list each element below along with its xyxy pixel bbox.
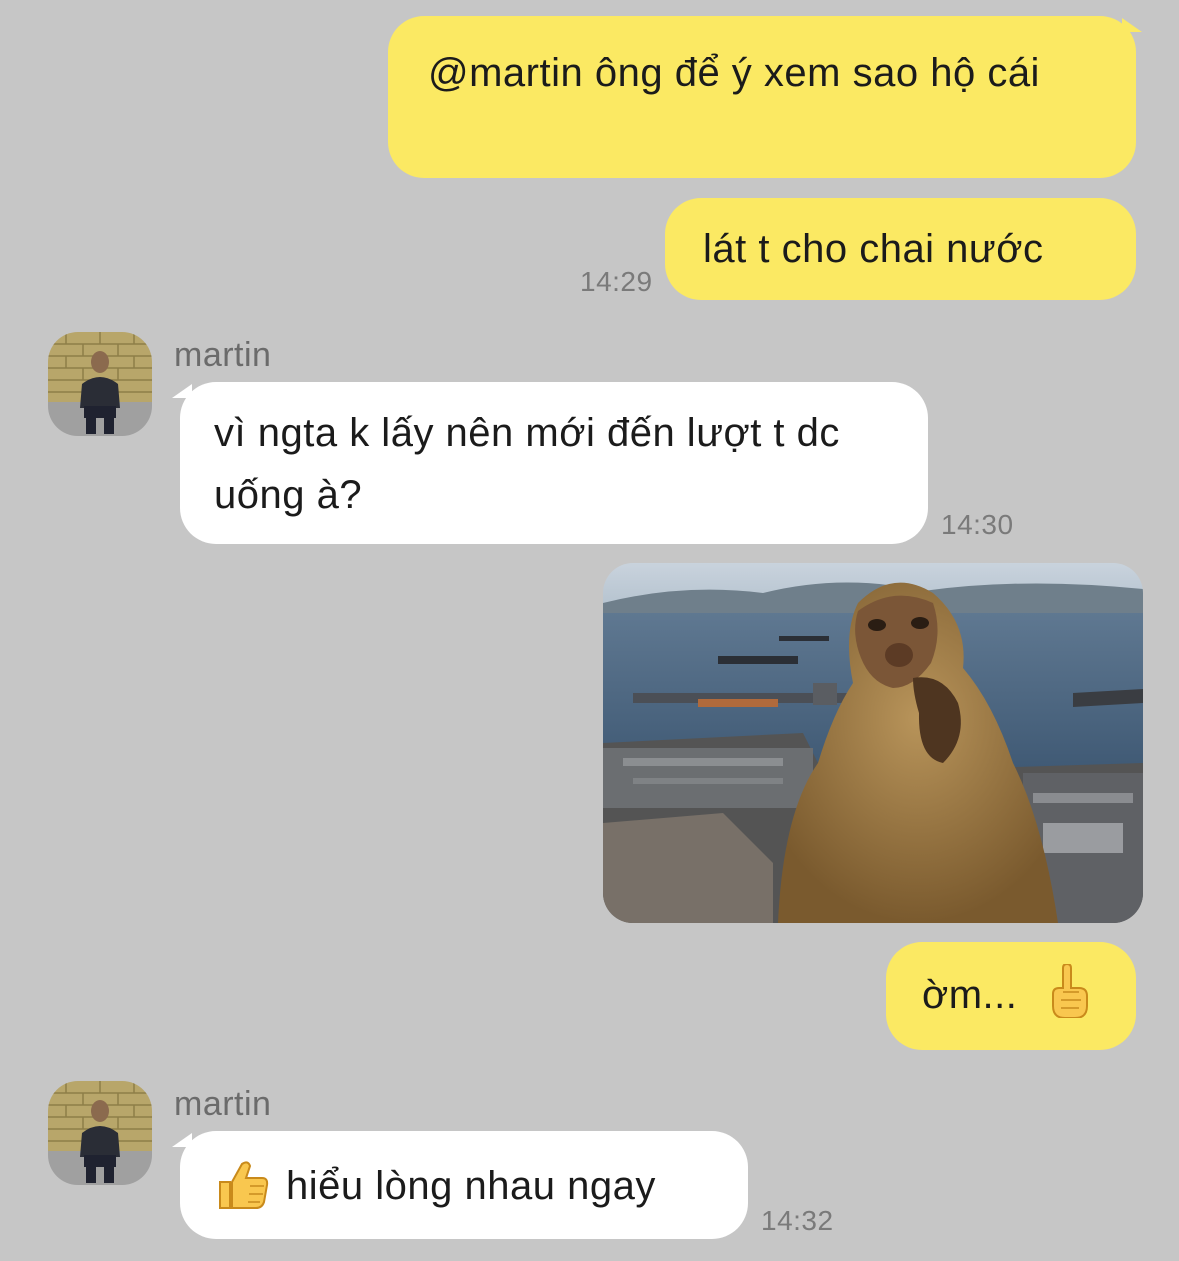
message-text: lát t cho chai nước	[703, 227, 1044, 271]
message-text: ờm...	[922, 973, 1018, 1017]
outgoing-message-bubble[interactable]: lát t cho chai nước	[665, 198, 1136, 300]
sender-name: martin	[174, 1085, 272, 1123]
image-message[interactable]	[603, 563, 1143, 923]
outgoing-message-bubble[interactable]: @martin ông để ý xem sao hộ cái	[388, 16, 1136, 178]
pointing-up-emoji-icon	[1049, 963, 1089, 1020]
message-text: hiểu lòng nhau ngay	[286, 1164, 656, 1208]
incoming-message-bubble[interactable]: hiểu lòng nhau ngay	[180, 1131, 748, 1239]
outgoing-message-bubble[interactable]: ờm...	[886, 942, 1136, 1050]
incoming-message-bubble[interactable]: vì ngta k lấy nên mới đến lượt t dc uống…	[180, 382, 928, 544]
message-text: @martin ông để ý xem sao hộ cái	[428, 51, 1040, 95]
thumbs-up-emoji-icon	[214, 1156, 270, 1212]
message-timestamp: 14:29	[580, 266, 653, 297]
sender-avatar[interactable]	[48, 1081, 152, 1185]
message-timestamp: 14:30	[941, 509, 1014, 540]
monkey-photo-icon	[603, 563, 1143, 923]
sender-name: martin	[174, 336, 272, 374]
avatar-photo-icon	[48, 332, 152, 436]
sender-avatar[interactable]	[48, 332, 152, 436]
message-text: vì ngta k lấy nên mới đến lượt t dc uống…	[214, 411, 840, 517]
avatar-photo-icon	[48, 1081, 152, 1185]
bubble-tail	[1122, 18, 1142, 32]
message-timestamp: 14:32	[761, 1205, 834, 1236]
